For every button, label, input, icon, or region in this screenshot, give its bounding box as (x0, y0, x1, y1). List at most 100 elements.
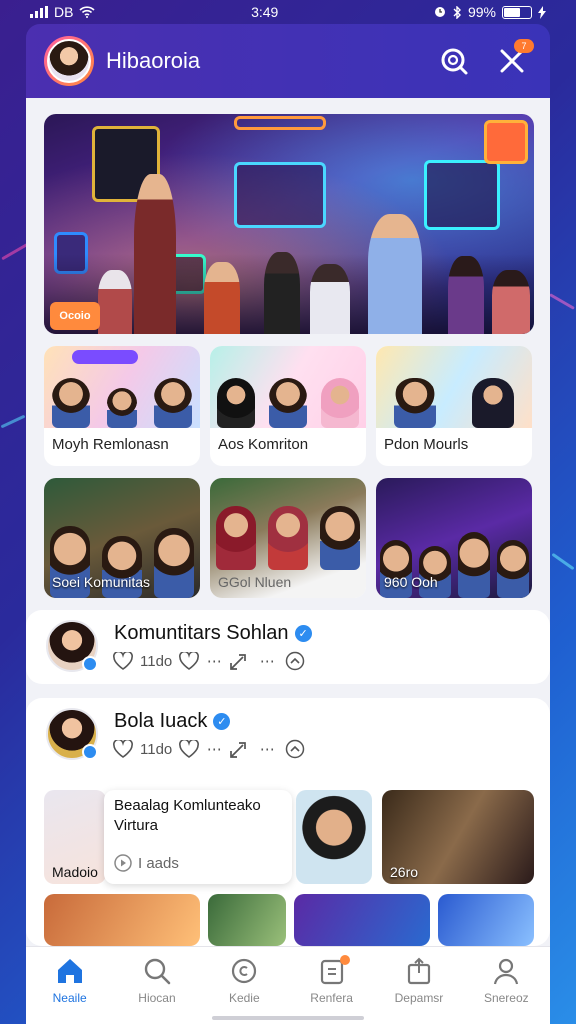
community-card-label: Moyh Remlonasn (52, 436, 169, 453)
share-icon[interactable] (228, 650, 250, 672)
neon-sign (484, 120, 528, 164)
chevron-up-icon[interactable] (284, 738, 306, 760)
story-badge (82, 656, 98, 672)
close-button[interactable]: 7 (492, 39, 534, 81)
charging-icon (537, 5, 546, 19)
share-icon[interactable] (228, 738, 250, 760)
audience-member (98, 270, 132, 334)
chevron-up-icon[interactable] (284, 650, 306, 672)
post-meta: 11do (140, 740, 173, 758)
performer (134, 174, 176, 334)
home-indicator (212, 1016, 364, 1020)
feed-content: Ocoio Moyh Remlonasn Aos Komriton Pdon M… (26, 98, 550, 946)
search-button[interactable] (434, 41, 474, 81)
media-thumbnail[interactable]: 26ro (382, 790, 534, 884)
bluetooth-icon (453, 5, 461, 19)
nav-profile[interactable]: Snereoz (466, 957, 546, 1005)
more-icon[interactable]: ⋯ (256, 738, 278, 760)
bg-streak (1, 242, 29, 261)
community-card[interactable]: Pdon Mourls (376, 346, 532, 466)
community-card[interactable]: GGol Nluen (210, 478, 366, 598)
nav-search[interactable]: Hiocan (117, 957, 197, 1005)
community-card-label: 960 Ooh (384, 574, 438, 590)
post-media-row: Madoio Beaalag Komlunteako Virtura I aad… (44, 790, 534, 884)
media-thumbnail[interactable] (438, 894, 534, 946)
bg-streak (551, 552, 575, 571)
nav-share-box[interactable]: Depamsr (379, 957, 459, 1005)
performer (368, 214, 422, 334)
featured-overlay-card[interactable]: Beaalag Komlunteako Virtura I aads (104, 790, 292, 884)
story-badge (82, 744, 98, 760)
play-icon (114, 854, 132, 872)
community-card[interactable]: Aos Komriton (210, 346, 366, 466)
profile-avatar[interactable] (44, 36, 94, 86)
post-author-name[interactable]: Komuntitars Sohlan ✓ (114, 622, 312, 645)
bottom-nav: Neaile Hiocan Kedie Renfera Depamsr Sner… (26, 946, 550, 1024)
nav-home[interactable]: Neaile (30, 957, 110, 1005)
hero-banner[interactable]: Ocoio (44, 114, 534, 334)
search-icon (144, 958, 171, 985)
audience-member (492, 270, 530, 334)
media-label: Madoio (52, 864, 98, 880)
nav-label: Neaile (52, 991, 87, 1005)
heart-icon[interactable] (178, 738, 200, 760)
more-icon[interactable]: ⋯ (256, 650, 278, 672)
community-card-label: GGol Nluen (218, 574, 292, 590)
verified-icon: ✓ (294, 625, 312, 642)
community-thumbnail (44, 346, 200, 428)
nav-label: Depamsr (394, 991, 444, 1005)
nav-label: Renfera (310, 991, 353, 1005)
nav-badge (339, 955, 350, 965)
neon-sign (234, 162, 326, 228)
community-thumbnail (210, 346, 366, 428)
audience-member (204, 262, 240, 334)
bg-streak (549, 293, 575, 310)
search-icon (441, 48, 468, 75)
verified-icon: ✓ (213, 713, 231, 730)
media-thumbnail[interactable] (296, 790, 372, 884)
clock: 3:49 (251, 4, 279, 20)
post-author-name[interactable]: Bola Iuack ✓ (114, 710, 231, 733)
media-thumbnail[interactable]: Madoio (44, 790, 106, 884)
app-header: Hibaoroia 7 (26, 24, 550, 98)
nav-label: Kedie (228, 991, 260, 1005)
alarm-icon (434, 7, 445, 17)
home-icon (57, 959, 82, 983)
nav-discover[interactable]: Kedie (204, 957, 284, 1005)
wifi-icon (79, 6, 96, 18)
overlay-count: I aads (114, 854, 179, 872)
community-card[interactable]: Moyh Remlonasn (44, 346, 200, 466)
media-thumbnail[interactable] (294, 894, 430, 946)
notification-badge: 7 (514, 39, 534, 53)
audience-member (310, 264, 350, 334)
community-card-label: Pdon Mourls (384, 436, 469, 453)
like-icon[interactable] (112, 738, 134, 760)
dots-icon: ⋯ (206, 653, 222, 670)
overlay-title: Beaalag Komlunteako Virtura (114, 797, 261, 834)
media-thumbnail[interactable] (208, 894, 286, 946)
media-thumbnail[interactable] (44, 894, 200, 946)
post-author-avatar[interactable] (46, 708, 98, 760)
audience-member (448, 256, 484, 334)
post-author-avatar[interactable] (46, 620, 98, 672)
community-card[interactable]: Soei Komunitas (44, 478, 200, 598)
hero-badge: Ocoio (50, 302, 100, 330)
discover-icon (232, 958, 257, 984)
post-meta: 11do (140, 652, 173, 670)
post-card[interactable]: Komuntitars Sohlan ✓ 11do ⋯ ⋯ (26, 610, 550, 684)
post-actions: 11do ⋯ ⋯ (112, 738, 306, 760)
audience-member (264, 252, 300, 334)
community-thumbnail (376, 346, 532, 428)
battery-icon (501, 5, 532, 19)
nav-clipboard[interactable]: Renfera (292, 955, 372, 1005)
signal-icon (30, 6, 48, 18)
neon-sign (424, 160, 500, 230)
battery-percent: 99% (467, 4, 496, 20)
community-card[interactable]: 960 Ooh (376, 478, 532, 598)
tag-pill (72, 350, 138, 364)
heart-icon[interactable] (178, 650, 200, 672)
like-icon[interactable] (112, 650, 134, 672)
neon-sign (234, 116, 326, 130)
profile-icon (494, 958, 519, 985)
status-bar: DB 3:49 99% (0, 0, 576, 24)
